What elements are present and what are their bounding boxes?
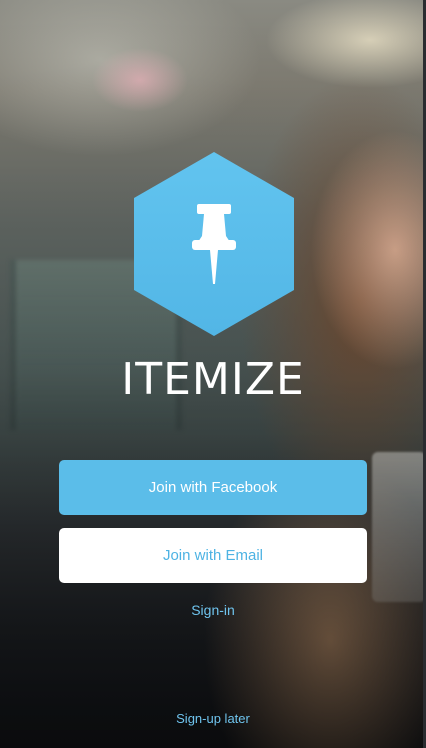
join-facebook-button[interactable]: Join with Facebook: [59, 460, 367, 515]
app-title: ITEMIZE: [121, 354, 305, 405]
sign-in-link[interactable]: Sign-in: [0, 602, 426, 618]
pushpin-icon: [134, 152, 294, 336]
join-email-button[interactable]: Join with Email: [59, 528, 367, 583]
join-facebook-label: Join with Facebook: [148, 479, 278, 496]
sign-up-later-link[interactable]: Sign-up later: [0, 711, 426, 726]
welcome-screen: ITEMIZE Join with Facebook Join with Ema…: [0, 0, 426, 748]
join-email-label: Join with Email: [162, 547, 264, 564]
